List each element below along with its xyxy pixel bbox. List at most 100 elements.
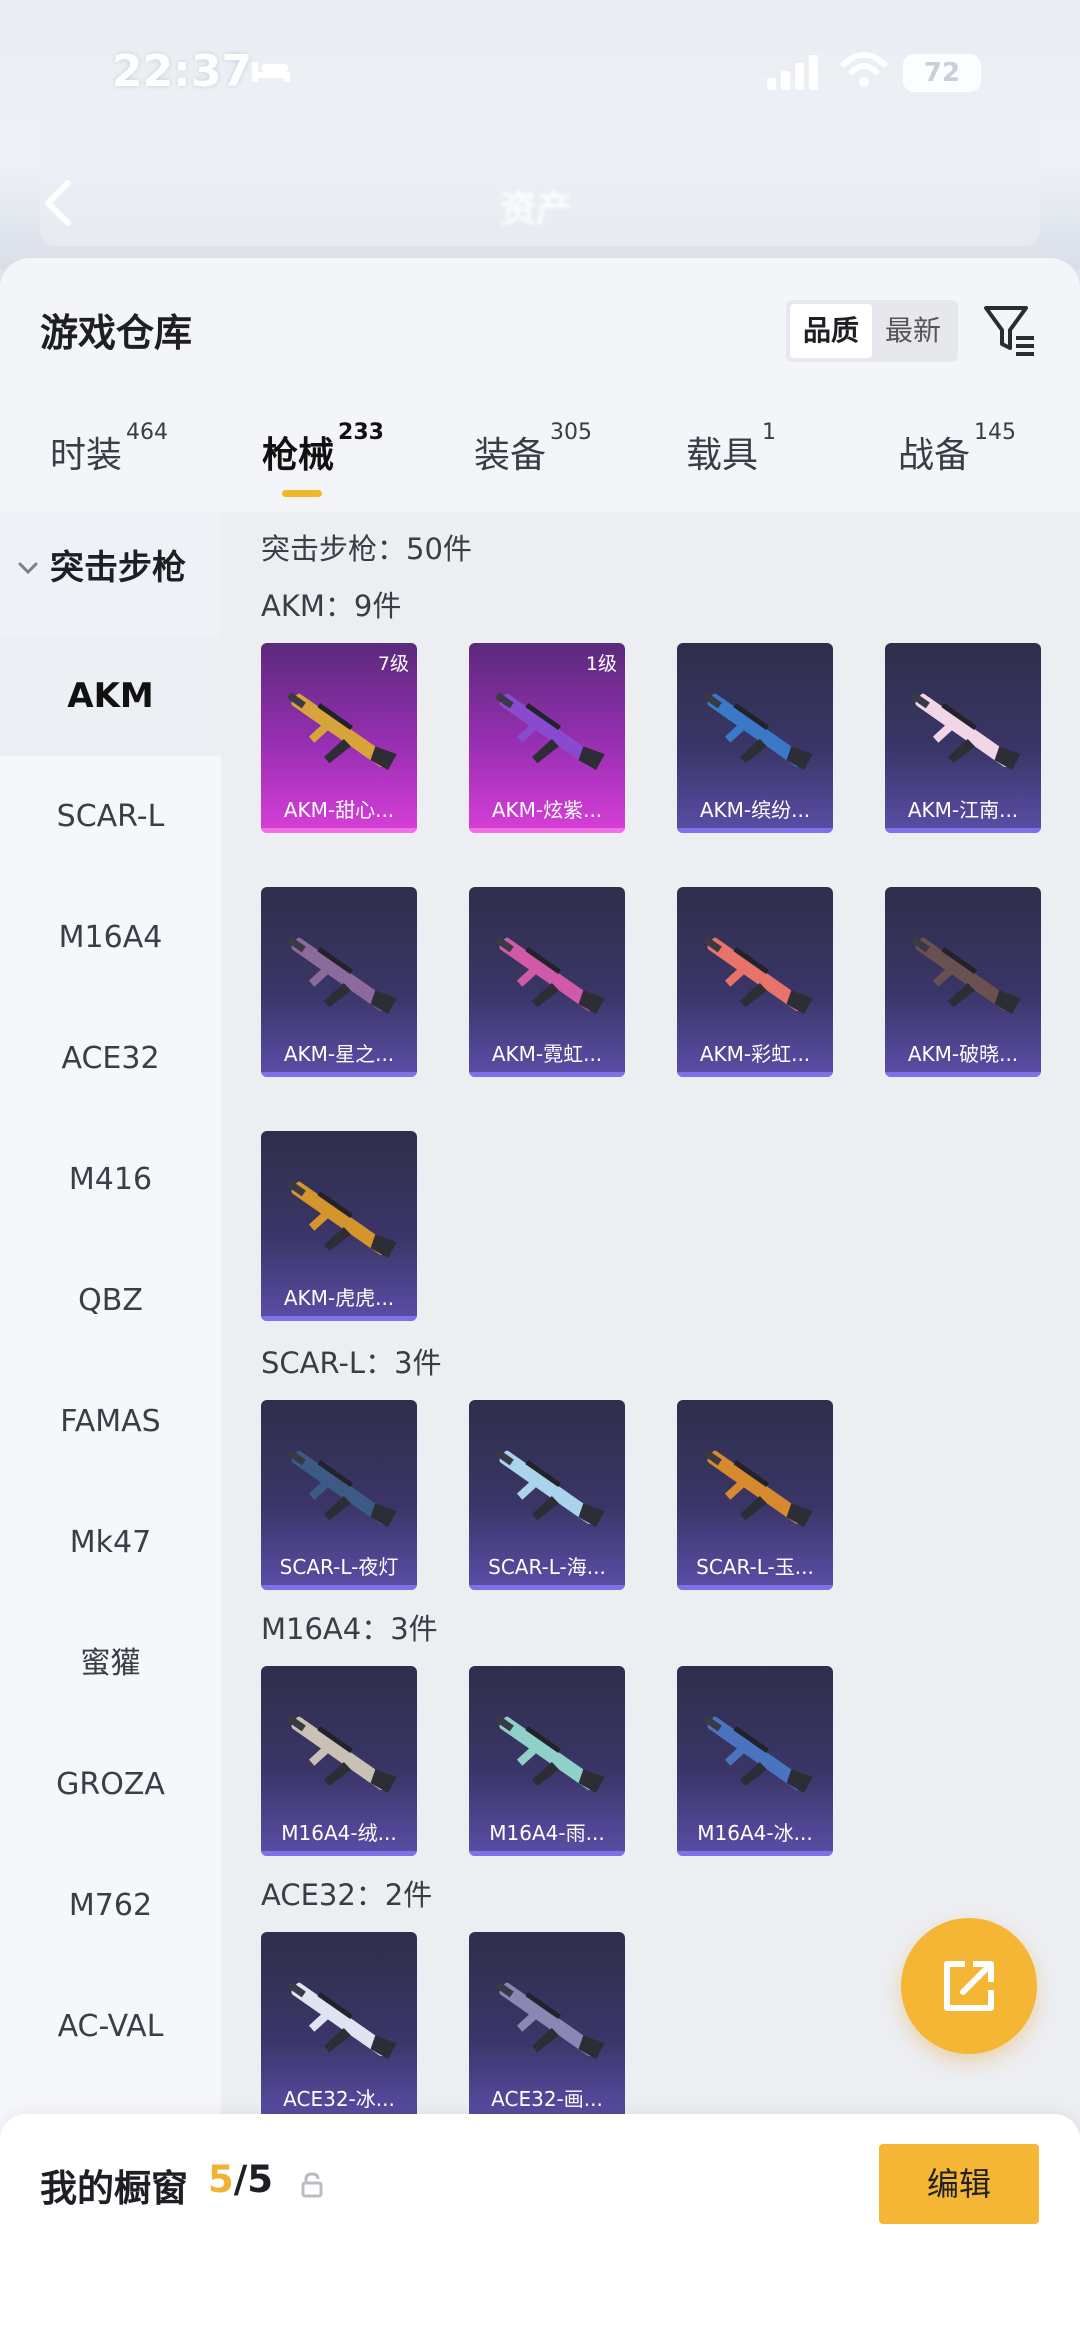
rifle-icon: [287, 1981, 397, 2060]
summary-label: 突击步枪：50件: [261, 532, 472, 566]
rifle-icon: [703, 1449, 813, 1528]
weapon-card[interactable]: M16A4-冰...: [677, 1666, 833, 1856]
sidebar-item-4[interactable]: M416: [0, 1120, 221, 1240]
card-name: ACE32-冰...: [283, 2087, 395, 2111]
weapon-card[interactable]: 7级 AKM-甜心...: [261, 643, 417, 833]
card-name: AKM-破晓...: [907, 1042, 1019, 1066]
rifle-icon: [287, 692, 397, 771]
share-external-icon: [944, 1961, 994, 2011]
rifle-icon: [495, 1981, 605, 2060]
lock-icon: [301, 2172, 323, 2198]
weapon-sidebar: 突击步枪 AKM SCAR-L M16A4 ACE32 M416 QBZ FAMAS Mk47…: [0, 512, 221, 2341]
showcase-count: 5/5: [208, 2158, 274, 2201]
sidebar-item-8[interactable]: 蜜獾: [0, 1604, 221, 1724]
weapon-card[interactable]: AKM-缤纷...: [677, 643, 833, 833]
card-level: 1级: [585, 653, 617, 675]
card-name: SCAR-L-夜灯: [279, 1555, 399, 1579]
sort-option-newest[interactable]: 最新: [872, 304, 954, 358]
weapon-card[interactable]: 1级 AKM-炫紫...: [469, 643, 625, 833]
tab-active-indicator: [282, 490, 322, 497]
edit-button[interactable]: 编辑: [879, 2144, 1039, 2224]
weapon-card[interactable]: M16A4-雨...: [469, 1666, 625, 1856]
sidebar-item-0[interactable]: AKM: [0, 636, 221, 756]
card-level: 7级: [377, 653, 409, 675]
rifle-icon: [495, 1449, 605, 1528]
sidebar-category-label: 突击步枪: [50, 548, 186, 588]
rifle-icon: [287, 1180, 397, 1259]
card-name: SCAR-L-玉...: [696, 1555, 814, 1579]
sheet-title: 游戏仓库: [40, 311, 193, 355]
status-time: 22:37: [112, 46, 253, 97]
sidebar-category-assault-rifles[interactable]: 突击步枪: [0, 512, 221, 636]
group-label: M16A4：3件: [261, 1612, 438, 1646]
weapon-card[interactable]: AKM-江南...: [885, 643, 1041, 833]
chevron-down-icon: [18, 562, 38, 575]
sort-toggle: 品质 最新: [786, 300, 958, 362]
group-label: ACE32：2件: [261, 1878, 433, 1912]
wifi-icon: [841, 52, 887, 87]
rifle-icon: [495, 936, 605, 1015]
sidebar-item-5[interactable]: QBZ: [0, 1241, 221, 1361]
rifle-icon: [703, 1715, 813, 1794]
card-name: SCAR-L-海...: [488, 1555, 606, 1579]
category-tabs: 时装464 枪械233 装备305 载具1 战备145: [0, 420, 1080, 506]
card-name: AKM-甜心...: [283, 798, 395, 822]
sort-option-quality[interactable]: 品质: [790, 304, 872, 358]
card-name: AKM-星之...: [283, 1042, 395, 1066]
card-name: M16A4-冰...: [697, 1821, 813, 1845]
weapon-card[interactable]: SCAR-L-海...: [469, 1400, 625, 1590]
back-arrow-icon[interactable]: [38, 178, 78, 228]
tab-equipment[interactable]: 装备305: [474, 420, 592, 478]
card-name: AKM-缤纷...: [699, 798, 811, 822]
weapon-card[interactable]: ACE32-画...: [469, 1932, 625, 2122]
weapon-card[interactable]: AKM-虎虎...: [261, 1131, 417, 1321]
rifle-icon: [703, 692, 813, 771]
tab-vehicles[interactable]: 载具1: [686, 420, 776, 478]
rifle-icon: [911, 692, 1021, 771]
card-name: AKM-炫紫...: [491, 798, 603, 822]
weapon-card[interactable]: AKM-霓虹...: [469, 887, 625, 1077]
tab-firearms[interactable]: 枪械233: [262, 420, 384, 478]
tab-fashion[interactable]: 时装464: [50, 420, 168, 478]
filter-icon[interactable]: [982, 302, 1038, 358]
weapon-card[interactable]: ACE32-冰...: [261, 1932, 417, 2122]
weapon-grid: 突击步枪：50件 AKM：9件 7级 AKM-甜心... 1级 AKM-炫紫... AKM…: [221, 512, 1080, 2341]
rifle-icon: [495, 692, 605, 771]
card-name: AKM-虎虎...: [283, 1286, 395, 1310]
header-title: 资产: [500, 189, 573, 230]
rifle-icon: [911, 936, 1021, 1015]
sidebar-item-7[interactable]: Mk47: [0, 1483, 221, 1603]
weapon-card[interactable]: SCAR-L-夜灯: [261, 1400, 417, 1590]
card-name: AKM-彩虹...: [699, 1042, 811, 1066]
sidebar-item-11[interactable]: AC-VAL: [0, 1967, 221, 2087]
cellular-signal-icon: [767, 55, 818, 90]
showcase-title: 我的橱窗: [40, 2167, 188, 2210]
sidebar-item-1[interactable]: SCAR-L: [0, 757, 221, 877]
weapon-card[interactable]: SCAR-L-玉...: [677, 1400, 833, 1590]
rifle-icon: [495, 1715, 605, 1794]
card-name: AKM-江南...: [907, 798, 1019, 822]
sleep-mode-icon: [252, 62, 290, 82]
sidebar-item-2[interactable]: M16A4: [0, 878, 221, 998]
card-name: M16A4-绒...: [281, 1821, 397, 1845]
tab-battle-gear[interactable]: 战备145: [898, 420, 1016, 478]
card-name: AKM-霓虹...: [491, 1042, 603, 1066]
card-name: M16A4-雨...: [489, 1821, 605, 1845]
sidebar-item-3[interactable]: ACE32: [0, 999, 221, 1119]
rifle-icon: [287, 1715, 397, 1794]
sidebar-item-6[interactable]: FAMAS: [0, 1362, 221, 1482]
battery-indicator: 72: [903, 54, 981, 92]
sidebar-item-9[interactable]: GROZA: [0, 1725, 221, 1845]
weapon-card[interactable]: AKM-星之...: [261, 887, 417, 1077]
card-name: ACE32-画...: [491, 2087, 603, 2111]
weapon-card[interactable]: AKM-彩虹...: [677, 887, 833, 1077]
share-button[interactable]: [901, 1918, 1037, 2054]
weapon-card[interactable]: M16A4-绒...: [261, 1666, 417, 1856]
game-warehouse-sheet: 游戏仓库 品质 最新 时装464 枪械233 装备305 载具1 战备145 突…: [0, 258, 1080, 2341]
showcase-bar: 我的橱窗 5/5 编辑: [0, 2114, 1080, 2341]
sidebar-item-10[interactable]: M762: [0, 1846, 221, 1966]
group-label: AKM：9件: [261, 589, 402, 623]
rifle-icon: [287, 936, 397, 1015]
group-label: SCAR-L：3件: [261, 1346, 442, 1380]
weapon-card[interactable]: AKM-破晓...: [885, 887, 1041, 1077]
